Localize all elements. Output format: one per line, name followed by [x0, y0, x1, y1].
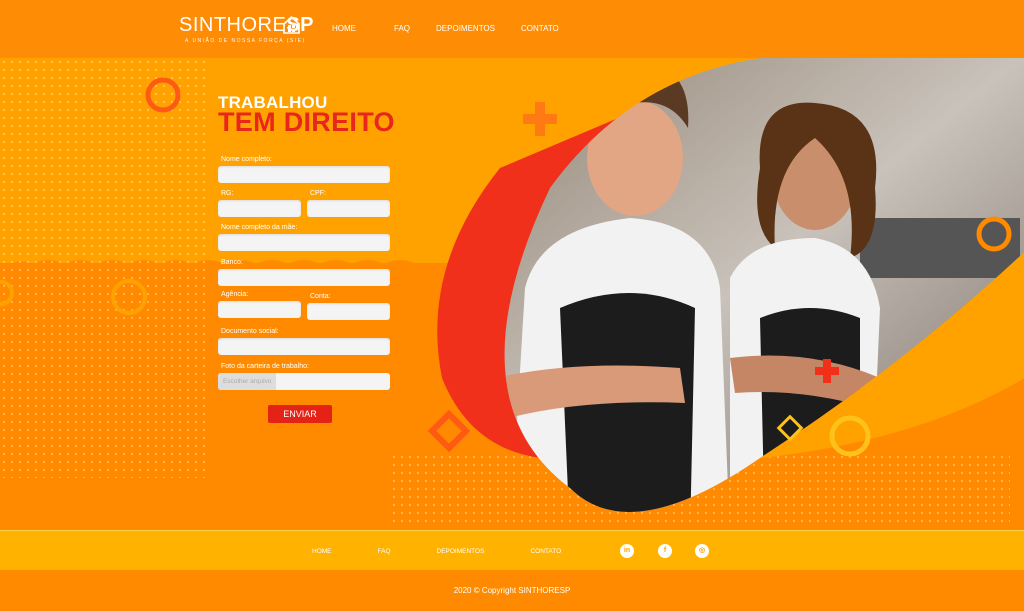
- decor-diamond-icon-2: [776, 414, 804, 442]
- instagram-icon[interactable]: ◎: [695, 544, 709, 558]
- social-doc-label: Documento social:: [221, 328, 279, 335]
- nav-testimonials[interactable]: DEPOIMENTOS: [436, 24, 495, 33]
- linkedin-icon[interactable]: in: [620, 544, 634, 558]
- bank-input[interactable]: [218, 269, 390, 286]
- nav-faq[interactable]: FAQ: [394, 24, 410, 33]
- dot-pattern-left: [0, 58, 210, 478]
- account-input[interactable]: [307, 303, 390, 320]
- rg-input[interactable]: [218, 200, 301, 217]
- decor-ring-icon: [145, 77, 181, 113]
- brand-logo[interactable]: SINTHORESP A UNIÃO DE NOSSA FORÇA (SIE): [179, 14, 314, 44]
- full-name-label: Nome completo:: [221, 156, 272, 163]
- header: SINTHORESP A UNIÃO DE NOSSA FORÇA (SIE) …: [0, 0, 1024, 58]
- footer-nav-home[interactable]: HOME: [312, 548, 332, 555]
- submit-button[interactable]: ENVIAR: [268, 405, 332, 423]
- hero-title-line2: TEM DIREITO: [218, 107, 395, 137]
- work-card-label: Foto da carteira de trabalho:: [221, 363, 309, 370]
- brand-tagline: A UNIÃO DE NOSSA FORÇA (SIE): [185, 38, 306, 44]
- facebook-icon[interactable]: f: [658, 544, 672, 558]
- mother-name-label: Nome completo da mãe:: [221, 224, 298, 231]
- rg-label: RG:: [221, 190, 234, 197]
- mother-name-input[interactable]: [218, 234, 390, 251]
- copyright-text: 2020 © Copyright SINTHORESP: [453, 586, 571, 595]
- bank-label: Banco:: [221, 259, 243, 266]
- agency-input[interactable]: [218, 301, 301, 318]
- decor-ring-icon-4: [829, 415, 871, 457]
- footer-nav-faq[interactable]: FAQ: [378, 548, 391, 555]
- footer-links: HOME FAQ DEPOIMENTOS CONTATO: [312, 548, 607, 555]
- hero-photo: [437, 58, 1024, 512]
- decor-plus-icon-2: [815, 359, 839, 383]
- hero-section: [0, 58, 1024, 530]
- work-card-file-input[interactable]: Escolher arquivo: [218, 373, 390, 390]
- choose-file-button[interactable]: Escolher arquivo: [218, 373, 277, 390]
- decor-ring-icon-2: [111, 279, 147, 315]
- main-nav: HOME FAQ DEPOIMENTOS CONTATO: [332, 24, 585, 33]
- decor-ring-icon-5: [976, 216, 1012, 252]
- nav-contact[interactable]: CONTATO: [521, 24, 559, 33]
- registration-form: Nome completo: RG: CPF: Nome completo da…: [218, 156, 390, 390]
- cpf-label: CPF:: [310, 190, 326, 197]
- footer-nav-contact[interactable]: CONTATO: [530, 548, 561, 555]
- agency-label: Agência:: [221, 291, 249, 298]
- decor-ring-icon-3: [0, 280, 14, 306]
- nav-home[interactable]: HOME: [332, 24, 356, 33]
- full-name-input[interactable]: [218, 166, 390, 183]
- footer-nav-testimonials[interactable]: DEPOIMENTOS: [437, 548, 485, 555]
- account-label: Conta:: [310, 293, 331, 300]
- cpf-input[interactable]: [307, 200, 390, 217]
- social-doc-input[interactable]: [218, 338, 390, 355]
- footer-nav: HOME FAQ DEPOIMENTOS CONTATO in f ◎: [0, 530, 1024, 570]
- house-icon: [283, 16, 300, 34]
